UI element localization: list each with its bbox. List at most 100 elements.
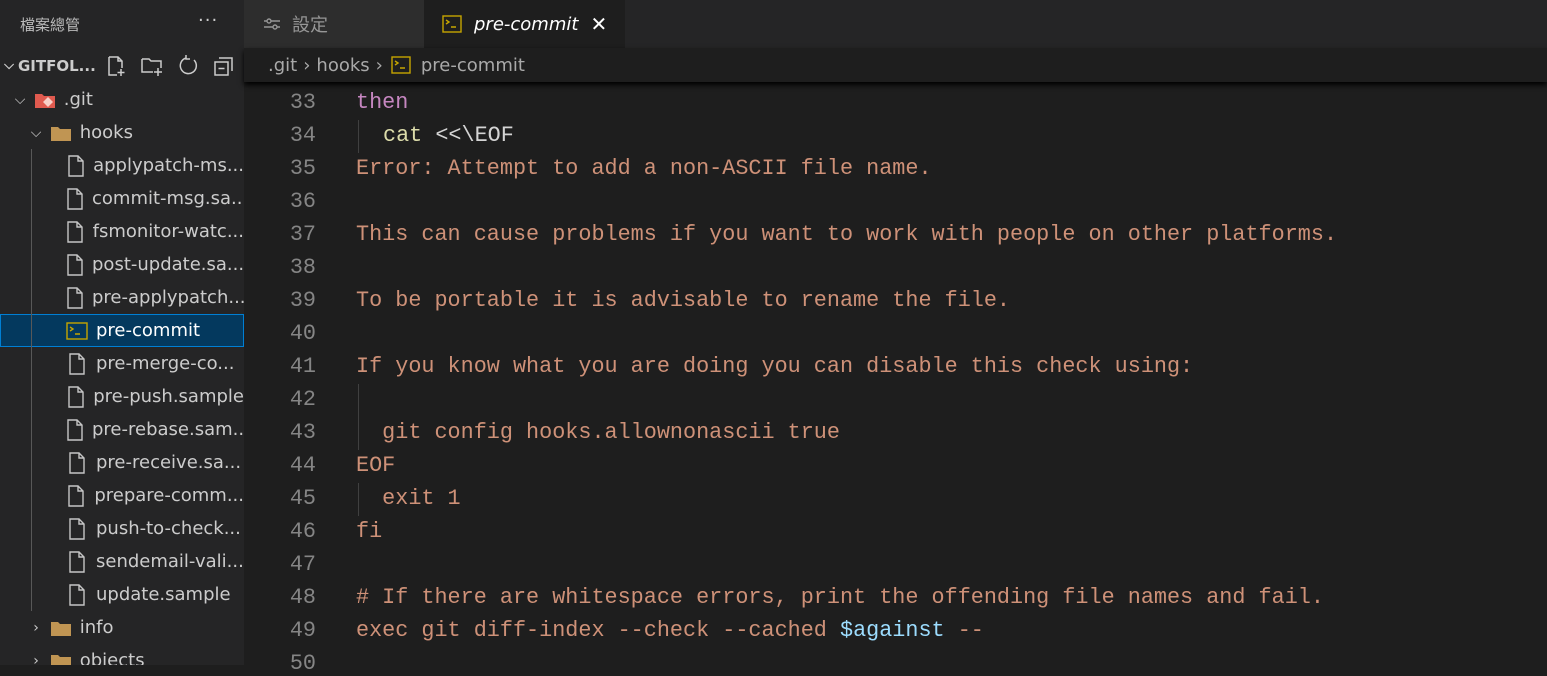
tree-item[interactable]: ⌵ hooks [0, 116, 244, 149]
tree-item-label: fsmonitor-watc... [92, 221, 244, 242]
tree-item-label: pre-push.sample [93, 386, 244, 407]
chevron-right-icon: › [303, 54, 311, 76]
tree-item[interactable]: fsmonitor-watc... [0, 215, 244, 248]
file-icon [66, 385, 85, 408]
code-line: then [356, 90, 408, 115]
chevron-down-icon: ⌵ [30, 124, 42, 141]
chevron-down-icon: ⌵ [4, 58, 14, 73]
new-folder-icon[interactable] [140, 54, 164, 78]
collapse-all-icon[interactable] [212, 54, 236, 78]
tree-item[interactable]: push-to-check... [0, 512, 244, 545]
tree-item[interactable]: pre-receive.sa... [0, 446, 244, 479]
tree-item[interactable]: › info [0, 611, 244, 644]
indent-guide [31, 281, 32, 314]
file-icon [66, 253, 84, 276]
folder-icon [50, 617, 72, 639]
tree-item[interactable]: sendemail-vali... [0, 545, 244, 578]
tab-settings[interactable]: 設定 [244, 0, 424, 48]
shell-icon [442, 15, 462, 33]
file-icon [66, 484, 86, 507]
tree-item[interactable]: pre-rebase.sam... [0, 413, 244, 446]
tree-item[interactable]: post-update.sa... [0, 248, 244, 281]
line-number: 40 [289, 321, 316, 346]
tree-item-label: post-update.sa... [92, 254, 244, 275]
file-icon [66, 187, 84, 210]
code-line: exit 1 [356, 486, 461, 511]
tab-label: pre-commit [474, 13, 579, 35]
indent-guide [31, 215, 32, 248]
tab-pre-commit[interactable]: pre-commit ✕ [424, 0, 626, 48]
indent-guide [31, 182, 32, 215]
tree-item-label: objects [79, 650, 145, 665]
line-number: 34 [289, 123, 316, 148]
settings-sliders-icon [264, 18, 280, 30]
code-token: To be portable it is advisable to rename… [356, 288, 1011, 313]
tree-item-label: hooks [79, 122, 133, 143]
refresh-icon[interactable] [176, 54, 200, 78]
indent-guide [31, 413, 32, 446]
code-token: <<\EOF [435, 123, 514, 148]
tree-item[interactable]: › objects [0, 644, 244, 665]
file-icon [66, 550, 88, 573]
more-actions-icon[interactable]: ··· [198, 10, 218, 31]
line-number: 37 [289, 222, 316, 247]
code-editor[interactable]: 33 then 34 cat <<\EOF 35 Error: Attempt to ad… [244, 82, 1547, 676]
new-file-icon[interactable] [104, 54, 128, 78]
code-line: To be portable it is advisable to rename… [356, 288, 1010, 313]
file-icon [66, 286, 84, 309]
breadcrumb-git[interactable]: .git [268, 55, 297, 76]
tab-bar: 設定 pre-commit ✕ [244, 0, 1547, 48]
breadcrumb-hooks[interactable]: hooks [316, 55, 369, 76]
code-token: Error: Attempt to add a non-ASCII file n… [356, 156, 932, 181]
code-token: -- [944, 618, 984, 643]
tab-label: 設定 [292, 15, 328, 36]
code-token: # If there are whitespace errors, print … [356, 585, 1324, 610]
line-number: 50 [289, 651, 316, 676]
code-token: exec git diff-index --check --cached [356, 618, 840, 643]
breadcrumb-file[interactable]: pre-commit [421, 55, 525, 76]
tree-item[interactable]: pre-applypatch... [0, 281, 244, 314]
tree-item-label: pre-applypatch... [92, 287, 244, 308]
indent-guide [31, 347, 32, 380]
code-line: cat <<\EOF [383, 123, 514, 148]
file-icon [66, 517, 88, 540]
line-number: 48 [289, 585, 316, 610]
line-number: 41 [289, 354, 316, 379]
indent-guide [31, 446, 32, 479]
file-icon [66, 583, 88, 606]
folder-open-icon [50, 122, 72, 144]
indent-guide [31, 578, 32, 611]
explorer-sidebar: 檔案總管 ··· ⌵ GITFOL... ⌵ .git ⌵ hooks applyp… [0, 0, 244, 665]
file-icon [66, 220, 85, 243]
code-line: git config hooks.allownonascii true [356, 420, 840, 445]
tree-item-label: commit-msg.sa... [92, 188, 244, 209]
indent-guide [31, 380, 32, 413]
tree-item[interactable]: applypatch-ms... [0, 149, 244, 182]
line-number: 38 [289, 255, 316, 280]
close-icon[interactable]: ✕ [590, 12, 607, 36]
indent-guide [31, 545, 32, 578]
tree-item[interactable]: pre-push.sample [0, 380, 244, 413]
breadcrumb: .git › hooks › pre-commit [244, 48, 1547, 82]
tree-item-label: applypatch-ms... [93, 155, 244, 176]
code-line: fi [356, 519, 382, 544]
code-line: EOF [356, 453, 395, 478]
shell-icon [391, 56, 411, 74]
line-number: 47 [289, 552, 316, 577]
code-token: $against [839, 618, 945, 643]
tree-item[interactable]: commit-msg.sa... [0, 182, 244, 215]
code-token: exit 1 [356, 486, 461, 511]
tree-item[interactable]: update.sample [0, 578, 244, 611]
chevron-right-icon: › [33, 652, 39, 666]
workspace-root[interactable]: ⌵ GITFOL... [0, 48, 244, 83]
line-number: 36 [289, 189, 316, 214]
tree-item-label: update.sample [96, 584, 231, 605]
tree-item[interactable]: ⌵ .git [0, 83, 244, 116]
code-token: This can cause problems if you want to w… [356, 222, 1338, 247]
tree-item[interactable]: pre-commit [0, 314, 244, 347]
tree-item[interactable]: pre-merge-co... [0, 347, 244, 380]
tree-item-label: pre-commit [96, 320, 201, 341]
code-line: exec git diff-index --check --cached $ag… [356, 618, 984, 643]
tree-item[interactable]: prepare-comm... [0, 479, 244, 512]
tree-item-label: pre-receive.sa... [96, 452, 242, 473]
